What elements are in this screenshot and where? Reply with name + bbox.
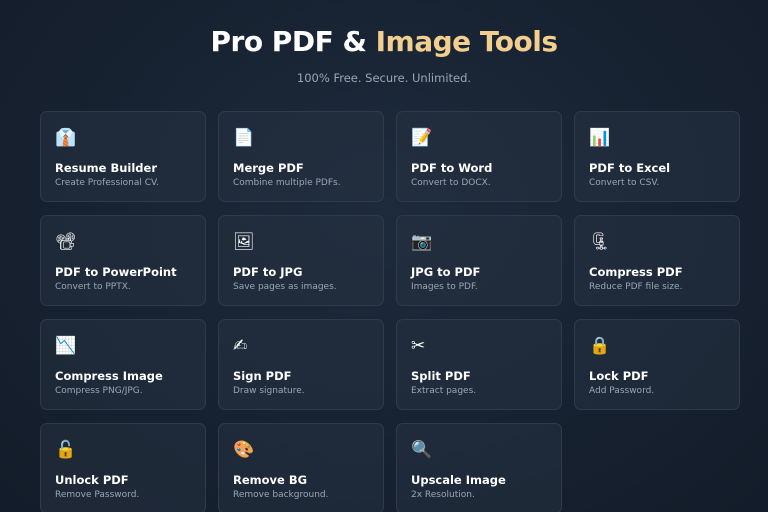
tool-card-pdf-to-excel[interactable]: 📊 PDF to Excel Convert to CSV. [574, 111, 740, 202]
tool-description: 2x Resolution. [411, 490, 475, 500]
tool-description: Images to PDF. [411, 282, 478, 292]
tool-card-split-pdf[interactable]: ✂ Split PDF Extract pages. [396, 319, 562, 410]
tool-card-pdf-to-jpg[interactable]: 🖼 PDF to JPG Save pages as images. [218, 215, 384, 306]
tool-title: Unlock PDF [55, 473, 129, 487]
tool-title: Merge PDF [233, 161, 304, 175]
page-subtitle: 100% Free. Secure. Unlimited. [296, 71, 472, 85]
lock-icon: 🔒 [589, 336, 611, 356]
clamp-icon: 🗜 [589, 232, 611, 252]
tool-title: PDF to JPG [233, 265, 303, 279]
tool-card-compress-pdf[interactable]: 🗜 Compress PDF Reduce PDF file size. [574, 215, 740, 306]
tool-card-pdf-to-word[interactable]: 📝 PDF to Word Convert to DOCX. [396, 111, 562, 202]
palette-icon: 🎨 [233, 440, 255, 460]
tool-title: Remove BG [233, 473, 308, 487]
tool-description: Combine multiple PDFs. [233, 178, 341, 188]
tool-title: Resume Builder [55, 161, 158, 175]
framed-picture-icon: 🖼 [233, 232, 255, 252]
tool-card-sign-pdf[interactable]: ✍ Sign PDF Draw signature. [218, 319, 384, 410]
tool-title: Compress PDF [589, 265, 683, 279]
tool-description: Draw signature. [233, 386, 305, 396]
document-icon: 📄 [233, 128, 255, 148]
bar-chart-icon: 📊 [589, 128, 611, 148]
tool-title: Upscale Image [411, 473, 506, 487]
tool-description: Remove Password. [55, 490, 140, 500]
tool-card-upscale-image[interactable]: 🔍 Upscale Image 2x Resolution. [396, 423, 562, 512]
page-title: Pro PDF & Image Tools [0, 24, 768, 60]
tool-description: Extract pages. [411, 386, 477, 396]
tool-card-jpg-to-pdf[interactable]: 📷 JPG to PDF Images to PDF. [396, 215, 562, 306]
unlock-icon: 🔓 [55, 440, 77, 460]
tool-card-lock-pdf[interactable]: 🔒 Lock PDF Add Password. [574, 319, 740, 410]
page-title-main: Pro PDF & [210, 25, 376, 58]
tool-description: Reduce PDF file size. [589, 282, 683, 292]
tools-grid: 👔 Resume Builder Create Professional CV.… [40, 111, 740, 512]
tool-title: Split PDF [411, 369, 471, 383]
tool-title: Lock PDF [589, 369, 649, 383]
tool-description: Add Password. [589, 386, 655, 396]
page-title-accent: Image Tools [375, 25, 558, 58]
necktie-icon: 👔 [55, 128, 77, 148]
tool-description: Convert to PPTX. [55, 282, 131, 292]
tool-card-pdf-to-powerpoint[interactable]: 📽 PDF to PowerPoint Convert to PPTX. [40, 215, 206, 306]
camera-icon: 📷 [411, 232, 433, 252]
tool-card-resume-builder[interactable]: 👔 Resume Builder Create Professional CV. [40, 111, 206, 202]
tool-description: Save pages as images. [233, 282, 337, 292]
tool-title: PDF to PowerPoint [55, 265, 177, 279]
tool-description: Compress PNG/JPG. [55, 386, 143, 396]
writing-hand-icon: ✍ [233, 336, 248, 356]
tool-description: Convert to CSV. [589, 178, 660, 188]
scissors-icon: ✂ [411, 336, 426, 356]
tool-card-unlock-pdf[interactable]: 🔓 Unlock PDF Remove Password. [40, 423, 206, 512]
tool-card-remove-bg[interactable]: 🎨 Remove BG Remove background. [218, 423, 384, 512]
memo-icon: 📝 [411, 128, 433, 148]
tool-card-compress-image[interactable]: 📉 Compress Image Compress PNG/JPG. [40, 319, 206, 410]
page-header: Pro PDF & Image Tools 100% Free. Secure.… [0, 24, 768, 86]
magnifier-icon: 🔍 [411, 440, 433, 460]
tool-title: PDF to Excel [589, 161, 671, 175]
tool-description: Convert to DOCX. [411, 178, 491, 188]
tool-title: JPG to PDF [411, 265, 481, 279]
tool-description: Create Professional CV. [55, 178, 159, 188]
film-projector-icon: 📽 [55, 232, 77, 252]
tool-title: Sign PDF [233, 369, 292, 383]
tool-description: Remove background. [233, 490, 329, 500]
tool-title: PDF to Word [411, 161, 493, 175]
chart-decreasing-icon: 📉 [55, 336, 77, 356]
tool-card-merge-pdf[interactable]: 📄 Merge PDF Combine multiple PDFs. [218, 111, 384, 202]
tool-title: Compress Image [55, 369, 163, 383]
